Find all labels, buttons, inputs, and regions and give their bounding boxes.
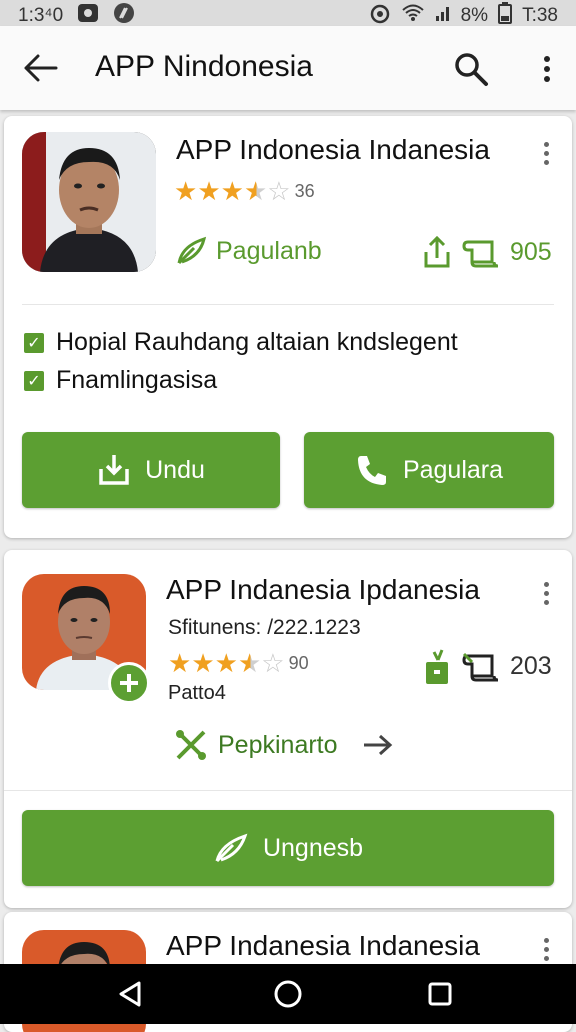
action-button[interactable]: Ungnesb [22,810,554,886]
app-title[interactable]: APP Indanesia Indanesia [166,930,480,962]
system-nav-bar [0,964,576,1024]
download-button[interactable]: Undu [22,432,280,508]
link-row[interactable]: Pepkinarto [174,728,394,762]
status-time-right: T:38 [522,5,558,26]
page-title: APP Nindonesia [95,50,313,83]
rating-stars: ★ ★ ★ ★ ☆ 90 [168,648,309,678]
link-label: Pepkinarto [218,730,338,759]
app-title[interactable]: APP Indanesia Ipdanesia [166,574,480,606]
feature-label: Hopial Rauhdang altaian kndslegent [56,328,458,356]
card-menu-button[interactable] [536,938,556,961]
note-text: Patto4 [168,682,226,704]
arrow-right-icon [363,734,392,756]
tag-chip[interactable]: Pagulanb [176,236,322,266]
triangle-back-icon [119,981,141,1007]
status-battery-text: 8% [460,5,489,26]
tag-label: Pagulanb [216,236,322,265]
stat-chip: 905 [462,236,552,268]
app-title[interactable]: APP Indonesia Indanesia [176,134,490,166]
status-time-left: 1:3⁴0 [18,5,64,26]
status-bar: 1:3⁴0 8% T:38 [0,0,576,26]
scroll-icon [462,240,499,268]
card-menu-button[interactable] [536,142,556,165]
download-button-label: Undu [145,455,205,484]
leaf-icon [215,833,248,863]
divider [4,790,572,791]
square-recents-icon [428,982,452,1006]
add-button[interactable] [108,662,150,704]
checkbox-checked-icon: ✓ [24,332,44,353]
search-icon [455,53,488,86]
delete-button[interactable] [422,648,452,686]
feature-label: Fnamlingasisa [56,366,218,394]
feature-check-item: ✓ Hopial Rauhdang altaian kndslegent [24,328,458,357]
feature-check-item: ✓ Fnamlingasisa [24,366,217,395]
leaf-icon [177,236,207,265]
stat-chip: 203 [462,650,552,682]
stat-value: 905 [510,237,552,266]
more-options-button[interactable] [530,48,564,90]
search-button[interactable] [448,46,494,92]
circle-home-icon [274,980,302,1008]
share-icon [424,235,450,268]
checkbox-checked-icon: ✓ [24,370,44,391]
arrow-left-icon [24,54,58,82]
action-button-label: Ungnesb [262,833,364,862]
nav-back-button[interactable] [108,974,152,1014]
call-button-label: Pagulara [402,455,504,484]
share-button[interactable] [422,234,452,270]
app-bar: APP Nindonesia [0,26,576,110]
rating-count: 36 [294,181,315,201]
plus-icon [120,674,138,692]
trash-icon [426,649,448,684]
app-subtitle: Sfitunens: /222.1223 [168,616,361,639]
rating-count: 90 [288,653,309,673]
phone-icon [357,456,386,485]
divider [22,304,554,305]
rating-stars: ★ ★ ★ ★ ☆ 36 [174,176,315,206]
avatar [22,132,156,272]
nav-recents-button[interactable] [418,974,462,1014]
tools-icon [176,730,206,760]
nav-home-button[interactable] [266,974,310,1014]
more-vert-icon [544,56,550,82]
scroll-icon [462,652,499,682]
back-button[interactable] [18,48,62,88]
signal-icon [435,4,451,28]
call-button[interactable]: Pagulara [304,432,554,508]
app-card[interactable]: APP Indonesia Indanesia ★ ★ ★ ★ ☆ 36 Pagulan… [4,116,572,538]
stat-value: 203 [510,651,552,680]
download-icon [99,455,129,485]
app-card[interactable]: APP Indanesia Ipdanesia Sfitunens: /222.… [4,550,572,908]
card-menu-button[interactable] [536,582,556,605]
